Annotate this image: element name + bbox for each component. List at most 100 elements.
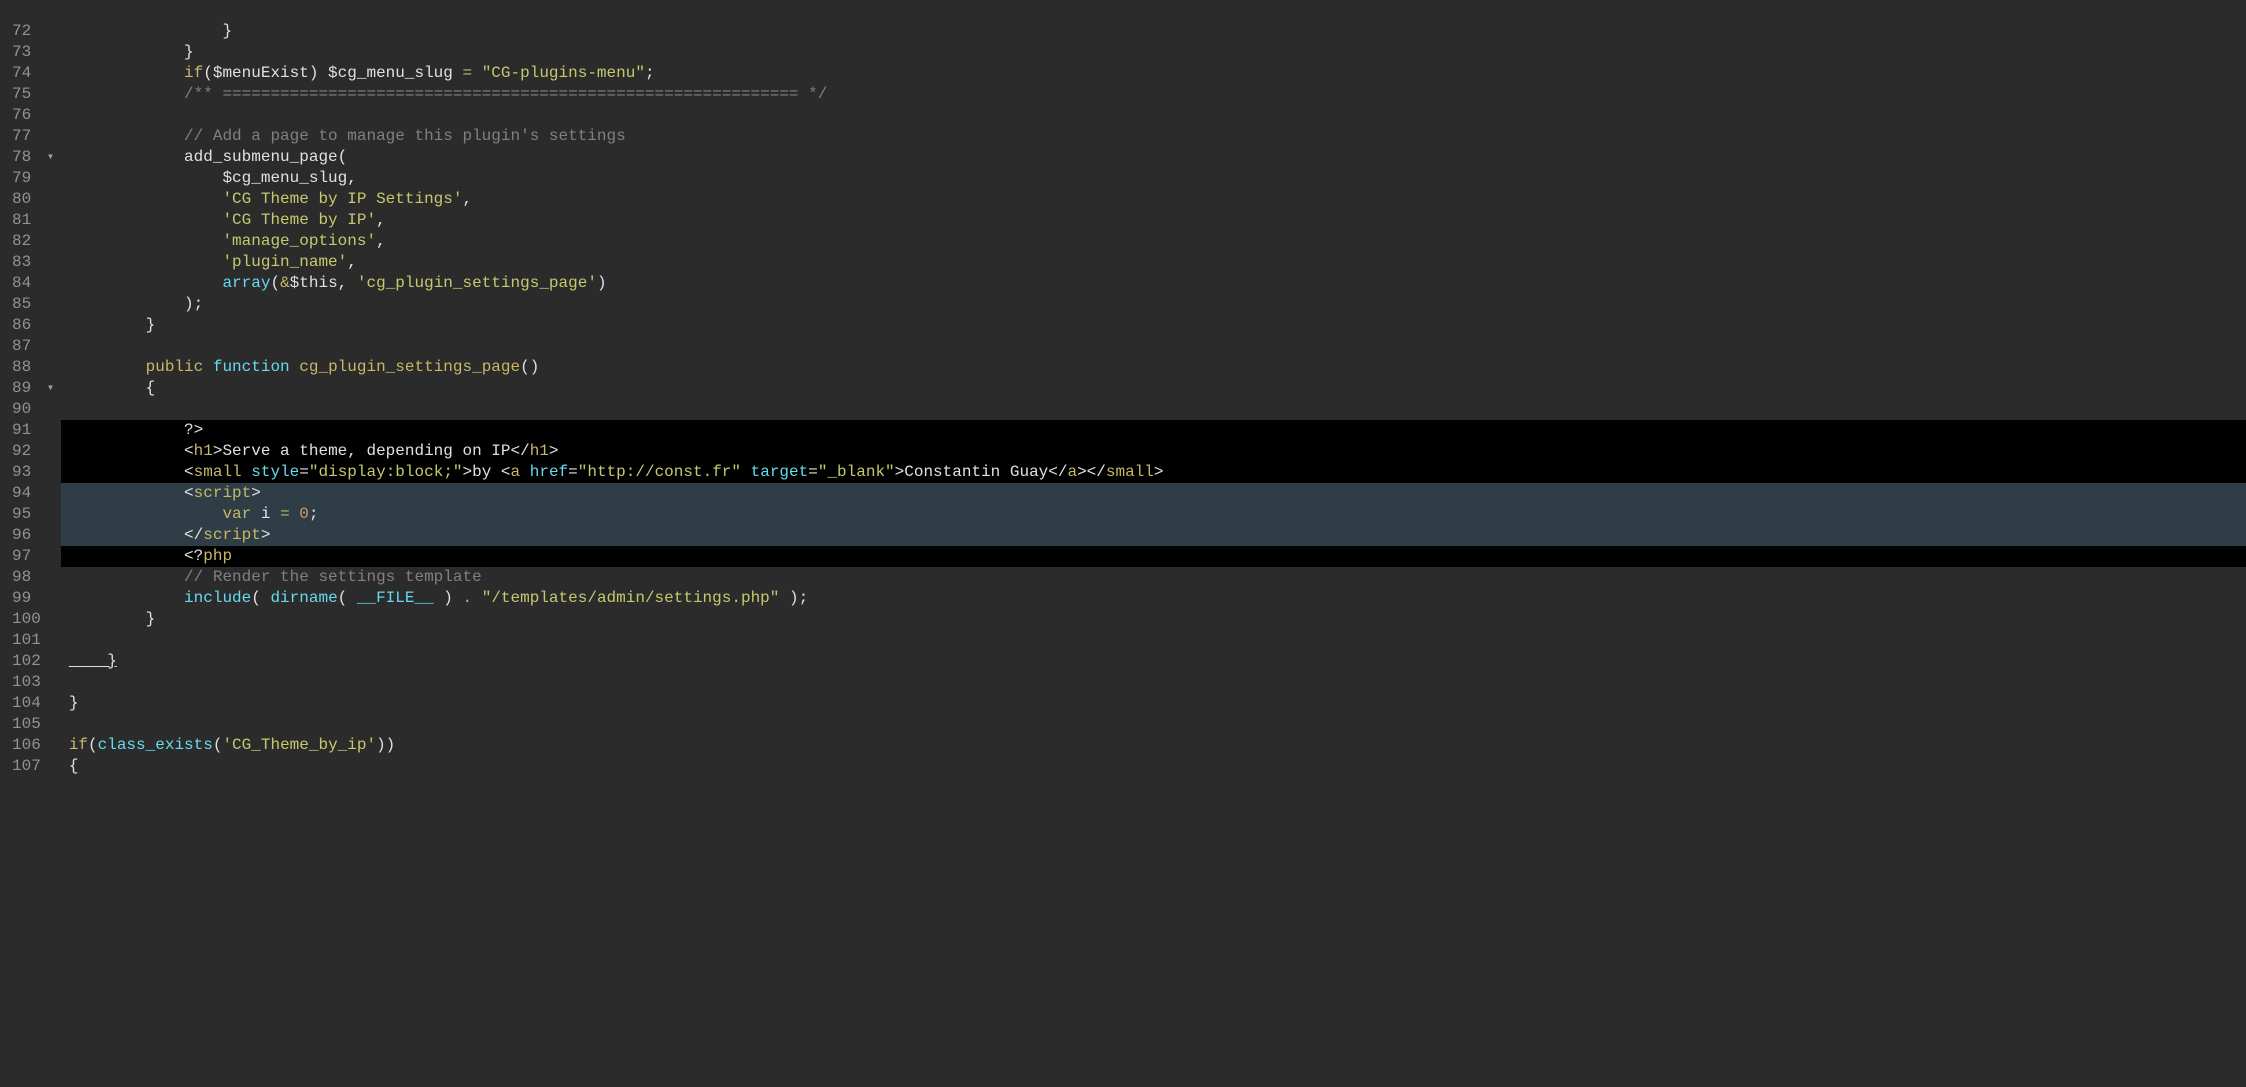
code-line[interactable]: public function cg_plugin_settings_page(… <box>61 357 2246 378</box>
line-number: 97 <box>12 546 41 567</box>
code-line[interactable]: // Add a page to manage this plugin's se… <box>61 126 2246 147</box>
code-token: 'CG_Theme_by_ip' <box>222 735 376 756</box>
code-token: // Render the settings template <box>184 567 482 588</box>
code-line[interactable]: <?php <box>61 546 2246 567</box>
code-token: ?> <box>69 420 203 441</box>
code-editor[interactable]: 7273747576777879808182838485868788899091… <box>0 0 2246 1087</box>
fold-gutter-blank <box>47 567 61 588</box>
code-line[interactable]: if(class_exists('CG_Theme_by_ip')) <box>61 735 2246 756</box>
code-token: < <box>69 483 194 504</box>
code-token <box>741 462 751 483</box>
code-line[interactable]: <h1>Serve a theme, depending on IP</h1> <box>61 441 2246 462</box>
code-line[interactable]: array(&$this, 'cg_plugin_settings_page') <box>61 273 2246 294</box>
code-line[interactable] <box>61 0 2246 21</box>
code-line[interactable]: } <box>61 651 2246 672</box>
code-token <box>69 189 223 210</box>
code-line[interactable] <box>61 672 2246 693</box>
code-line[interactable] <box>61 714 2246 735</box>
code-line[interactable]: ?> <box>61 420 2246 441</box>
fold-gutter-blank <box>47 504 61 525</box>
code-token <box>203 357 213 378</box>
code-line[interactable]: /** ====================================… <box>61 84 2246 105</box>
code-line[interactable]: } <box>61 693 2246 714</box>
code-line[interactable]: 'manage_options', <box>61 231 2246 252</box>
fold-gutter-blank <box>47 294 61 315</box>
code-token: , <box>376 210 386 231</box>
code-line[interactable] <box>61 630 2246 651</box>
fold-gutter-blank <box>47 252 61 273</box>
fold-gutter-blank <box>47 231 61 252</box>
line-number: 102 <box>12 651 41 672</box>
code-line[interactable]: { <box>61 756 2246 777</box>
fold-gutter-blank <box>47 189 61 210</box>
code-token: 'manage_options' <box>222 231 376 252</box>
code-area[interactable]: } } if($menuExist) $cg_menu_slug = "CG-p… <box>61 0 2246 1087</box>
fold-toggle-icon[interactable]: ▾ <box>47 147 61 168</box>
fold-gutter-blank <box>47 651 61 672</box>
code-line[interactable]: 'CG Theme by IP', <box>61 210 2246 231</box>
code-token: 'CG Theme by IP' <box>222 210 376 231</box>
code-line[interactable]: <small style="display:block;">by <a href… <box>61 462 2246 483</box>
code-token: "http://const.fr" <box>578 462 741 483</box>
code-line[interactable]: add_submenu_page( <box>61 147 2246 168</box>
code-token: "display:block;" <box>309 462 463 483</box>
code-line[interactable]: 'CG Theme by IP Settings', <box>61 189 2246 210</box>
code-token: () <box>520 357 539 378</box>
line-number: 99 <box>12 588 41 609</box>
code-line[interactable]: 'plugin_name', <box>61 252 2246 273</box>
line-number: 89 <box>12 378 41 399</box>
code-token: )) <box>376 735 395 756</box>
code-line[interactable]: if($menuExist) $cg_menu_slug = "CG-plugi… <box>61 63 2246 84</box>
code-token: = <box>808 462 818 483</box>
code-token: { <box>69 378 155 399</box>
fold-gutter-blank <box>47 84 61 105</box>
line-number: 106 <box>12 735 41 756</box>
code-line[interactable]: </script> <box>61 525 2246 546</box>
code-line[interactable]: ); <box>61 294 2246 315</box>
code-line[interactable]: } <box>61 21 2246 42</box>
code-line[interactable]: include( dirname( __FILE__ ) . "/templat… <box>61 588 2246 609</box>
code-token: cg_plugin_settings_page <box>299 357 520 378</box>
code-line[interactable]: { <box>61 378 2246 399</box>
code-token: , <box>462 189 472 210</box>
line-number: 84 <box>12 273 41 294</box>
line-number: 75 <box>12 84 41 105</box>
code-token: add_submenu_page( <box>69 147 347 168</box>
code-token: > <box>549 441 559 462</box>
fold-gutter-blank <box>47 462 61 483</box>
code-token <box>69 105 184 126</box>
code-token: /** ====================================… <box>184 84 827 105</box>
code-line[interactable]: } <box>61 315 2246 336</box>
code-token: , <box>347 252 357 273</box>
code-line[interactable]: // Render the settings template <box>61 567 2246 588</box>
line-number: 76 <box>12 105 41 126</box>
line-number: 86 <box>12 315 41 336</box>
code-line[interactable] <box>61 105 2246 126</box>
fold-gutter[interactable]: ▾▾ <box>47 0 61 1087</box>
fold-gutter-blank <box>47 588 61 609</box>
code-line[interactable]: $cg_menu_slug, <box>61 168 2246 189</box>
code-line[interactable]: var i = 0; <box>61 504 2246 525</box>
line-number: 78 <box>12 147 41 168</box>
code-line[interactable]: } <box>61 42 2246 63</box>
code-token: public <box>146 357 204 378</box>
code-line[interactable] <box>61 336 2246 357</box>
code-line[interactable] <box>61 399 2246 420</box>
code-line[interactable]: <script> <box>61 483 2246 504</box>
code-token: ( <box>338 588 357 609</box>
code-token: ( <box>213 735 223 756</box>
code-token <box>290 504 300 525</box>
code-token <box>69 504 223 525</box>
line-number: 96 <box>12 525 41 546</box>
code-token: small <box>1106 462 1154 483</box>
fold-toggle-icon[interactable]: ▾ <box>47 378 61 399</box>
code-token: a <box>511 462 521 483</box>
line-number: 88 <box>12 357 41 378</box>
code-token: } <box>69 315 155 336</box>
code-line[interactable]: } <box>61 609 2246 630</box>
code-token <box>290 357 300 378</box>
code-token: ($menuExist) $cg_menu_slug <box>203 63 462 84</box>
code-token: , <box>376 231 386 252</box>
fold-gutter-blank <box>47 546 61 567</box>
code-token <box>520 462 530 483</box>
